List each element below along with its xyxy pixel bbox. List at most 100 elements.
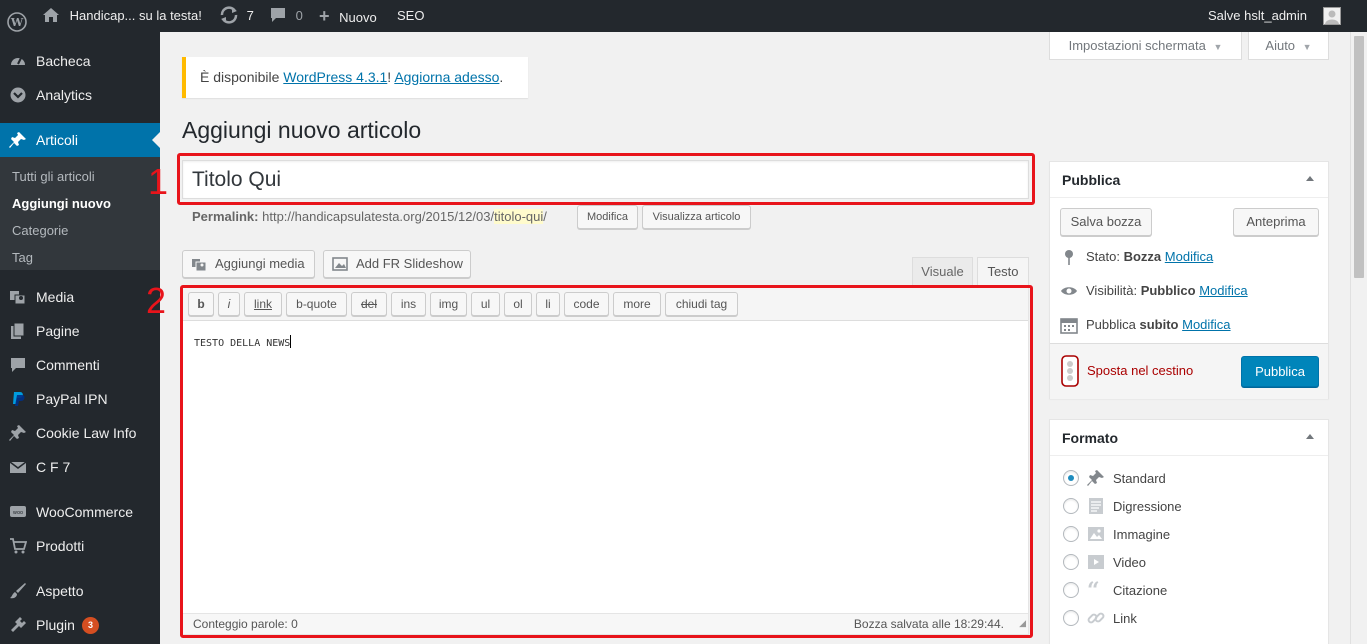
mail-icon	[9, 461, 27, 473]
qt-bquote-button[interactable]: b-quote	[286, 292, 347, 316]
comments-icon	[11, 358, 25, 372]
collapse-arrow-icon[interactable]	[1306, 176, 1314, 181]
sidebar-item-prodotti[interactable]: Prodotti	[0, 529, 160, 563]
edit-permalink-button[interactable]: Modifica	[577, 205, 638, 229]
submenu-item-all-posts[interactable]: Tutti gli articoli	[12, 169, 95, 184]
seo-link[interactable]: SEO	[397, 0, 424, 32]
format-label-standard[interactable]: Standard	[1113, 471, 1166, 486]
updates-link[interactable]: 7	[219, 0, 254, 32]
comments-link[interactable]: 0	[270, 0, 303, 32]
format-box-header[interactable]: Formato	[1050, 420, 1328, 456]
sidebar-item-cookie-law-info[interactable]: Cookie Law Info	[0, 416, 160, 450]
format-label-quote[interactable]: Citazione	[1113, 583, 1167, 598]
screen-options-button[interactable]: Impostazioni schermata ▼	[1049, 32, 1242, 60]
wordpress-version-link[interactable]: WordPress 4.3.1	[283, 69, 387, 85]
add-media-button[interactable]: Aggiungi media	[182, 250, 315, 278]
preview-button[interactable]: Anteprima	[1233, 208, 1319, 236]
qt-li-button[interactable]: li	[536, 292, 560, 316]
tab-text[interactable]: Testo	[977, 257, 1029, 286]
pin-location-icon	[1065, 250, 1073, 265]
avatar[interactable]	[1323, 7, 1341, 25]
qt-italic-button[interactable]: i	[218, 292, 240, 316]
wordpress-logo-icon[interactable]: W	[7, 0, 27, 32]
sidebar-item-articoli[interactable]: Articoli	[0, 123, 160, 157]
sidebar-item-bacheca[interactable]: Bacheca	[0, 44, 160, 78]
qt-ins-button[interactable]: ins	[391, 292, 426, 316]
submenu-item-tags[interactable]: Tag	[12, 250, 33, 265]
woo-icon: woo	[10, 506, 26, 517]
editor-content-area[interactable]: TESTO DELLA NEWS	[194, 335, 292, 349]
qt-close-tags-button[interactable]: chiudi tag	[665, 292, 738, 316]
page-scrollbar[interactable]	[1350, 32, 1367, 644]
tab-visual[interactable]: Visuale	[912, 257, 973, 285]
account-link[interactable]: Salve hslt_admin	[1208, 0, 1307, 32]
format-radio-link[interactable]	[1063, 610, 1079, 626]
annotation-number-1: 1	[148, 161, 169, 202]
edit-visibility-link[interactable]: Modifica	[1199, 283, 1247, 298]
aside-icon	[1089, 498, 1103, 514]
trash-icon[interactable]	[1060, 355, 1080, 387]
eye-icon	[1061, 287, 1077, 295]
publish-label: Pubblica	[1086, 317, 1136, 332]
edit-schedule-link[interactable]: Modifica	[1182, 317, 1230, 332]
resize-handle-icon[interactable]: ◢	[1019, 613, 1026, 633]
permalink-slug[interactable]: titolo-qui	[494, 209, 544, 224]
sidebar-item-label: C F 7	[36, 459, 71, 475]
edit-status-link[interactable]: Modifica	[1165, 249, 1213, 264]
post-title-input[interactable]	[182, 160, 1029, 199]
sidebar-item-analytics[interactable]: Analytics	[0, 78, 160, 112]
sidebar-item-label: Analytics	[36, 87, 93, 103]
qt-ol-button[interactable]: ol	[504, 292, 532, 316]
format-radio-quote[interactable]	[1063, 582, 1079, 598]
move-to-trash-link[interactable]: Sposta nel cestino	[1087, 363, 1193, 378]
editor-content: TESTO DELLA NEWS	[194, 338, 291, 349]
qt-more-button[interactable]: more	[613, 292, 661, 316]
format-radio-aside[interactable]	[1063, 498, 1079, 514]
sidebar-item-paypal-ipn[interactable]: PayPal IPN	[0, 382, 160, 416]
status-value: Bozza	[1123, 249, 1162, 264]
add-slideshow-label: Add FR Slideshow	[356, 256, 463, 271]
qt-link-button[interactable]: link	[244, 292, 282, 316]
submenu-item-categories[interactable]: Categorie	[12, 223, 68, 238]
view-post-button[interactable]: Visualizza articolo	[642, 205, 751, 229]
qt-del-button[interactable]: del	[351, 292, 387, 316]
format-radio-standard[interactable]	[1063, 470, 1079, 486]
submenu-item-add-new[interactable]: Aggiungi nuovo	[12, 196, 111, 211]
comments-count: 0	[295, 8, 303, 23]
format-label-link[interactable]: Link	[1113, 611, 1137, 626]
save-draft-button[interactable]: Salva bozza	[1060, 208, 1152, 236]
add-slideshow-button[interactable]: Add FR Slideshow	[323, 250, 471, 278]
new-content-link[interactable]: + Nuovo	[319, 0, 377, 32]
qt-code-button[interactable]: code	[564, 292, 609, 316]
collapse-arrow-icon[interactable]	[1306, 434, 1314, 439]
update-now-link[interactable]: Aggiorna adesso	[394, 69, 499, 85]
admin-bar: W Handicap... su la testa! 7 0 + Nuovo S…	[0, 0, 1367, 32]
permalink-base: http://handicapsulatesta.org/2015/12/03/	[262, 209, 495, 224]
publish-box-header[interactable]: Pubblica	[1050, 162, 1328, 198]
format-radio-video[interactable]	[1063, 554, 1079, 570]
qt-img-button[interactable]: img	[430, 292, 467, 316]
sidebar-item-commenti[interactable]: Commenti	[0, 348, 160, 382]
qt-ul-button[interactable]: ul	[471, 292, 500, 316]
scroll-thumb[interactable]	[1354, 36, 1364, 278]
help-button[interactable]: Aiuto ▼	[1248, 32, 1329, 60]
sidebar-item-pagine[interactable]: Pagine	[0, 314, 160, 348]
sidebar-item-plugin[interactable]: Plugin 3	[0, 608, 160, 642]
seo-label: SEO	[397, 8, 425, 23]
sidebar-item-media[interactable]: Media	[0, 280, 160, 314]
pin-icon	[9, 132, 26, 148]
publish-button[interactable]: Pubblica	[1241, 356, 1319, 387]
format-label-video[interactable]: Video	[1113, 555, 1146, 570]
updates-count: 7	[246, 8, 254, 23]
format-radio-image[interactable]	[1063, 526, 1079, 542]
qt-bold-button[interactable]: b	[188, 292, 214, 316]
sidebar-item-woocommerce[interactable]: woo WooCommerce	[0, 495, 160, 529]
format-label-image[interactable]: Immagine	[1113, 527, 1170, 542]
publish-value: subito	[1139, 317, 1179, 332]
plugin-icon	[11, 617, 26, 632]
site-home-link[interactable]: Handicap... su la testa!	[42, 0, 202, 32]
plus-icon: +	[319, 6, 330, 26]
format-label-aside[interactable]: Digressione	[1113, 499, 1182, 514]
sidebar-item-aspetto[interactable]: Aspetto	[0, 574, 160, 608]
sidebar-item-cf7[interactable]: C F 7	[0, 450, 160, 484]
